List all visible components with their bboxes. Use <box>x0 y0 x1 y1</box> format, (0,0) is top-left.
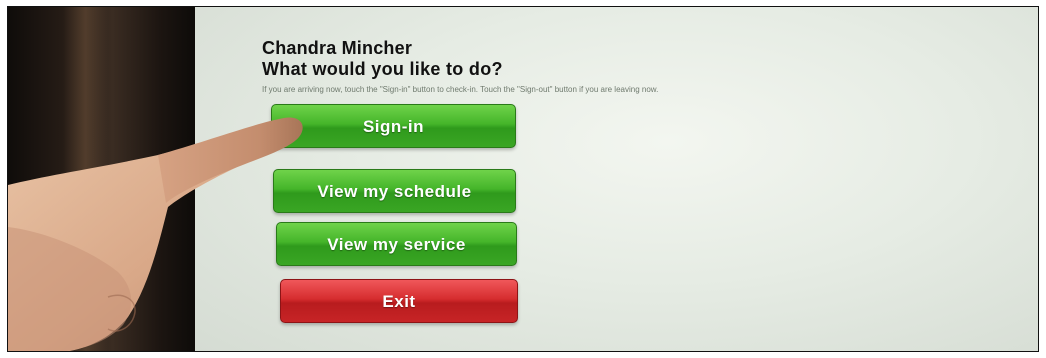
user-name-heading: Chandra Mincher <box>262 38 413 58</box>
instructions-text: If you are arriving now, touch the "Sign… <box>262 85 659 94</box>
photo-frame: Chandra Mincher What would you like to d… <box>7 6 1039 352</box>
exit-button[interactable]: Exit <box>280 279 518 323</box>
view-service-button[interactable]: View my service <box>276 222 517 266</box>
view-schedule-button[interactable]: View my schedule <box>273 169 516 213</box>
sign-in-button[interactable]: Sign-in <box>271 104 516 148</box>
prompt-heading: What would you like to do? <box>262 59 503 79</box>
bezel-reflection <box>63 7 108 351</box>
